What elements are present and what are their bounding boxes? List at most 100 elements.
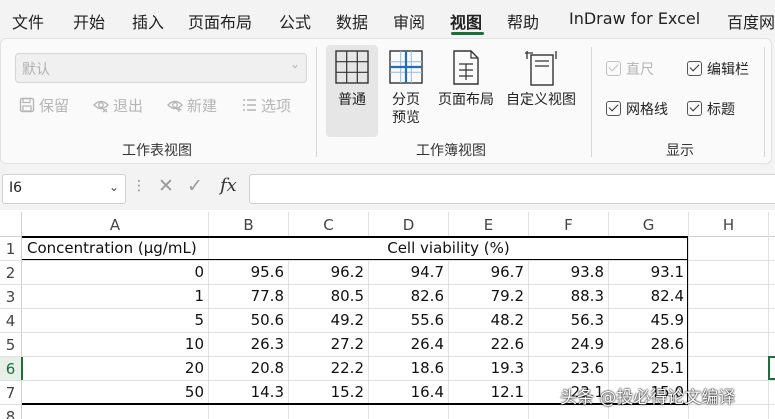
cell-b4[interactable]: 50.6 bbox=[209, 311, 284, 329]
page-break-preview-button[interactable]: 分页 预览 bbox=[384, 45, 428, 127]
cell-f2[interactable]: 93.8 bbox=[529, 263, 604, 281]
cell-f4[interactable]: 56.3 bbox=[529, 311, 604, 329]
column-header-b[interactable]: B bbox=[209, 212, 288, 236]
cell-a3[interactable]: 1 bbox=[22, 287, 204, 305]
column-header-c[interactable]: C bbox=[289, 212, 368, 236]
cell-e2[interactable]: 96.7 bbox=[449, 263, 524, 281]
cell-d6[interactable]: 18.6 bbox=[369, 359, 444, 377]
cell-b1[interactable]: Cell viability (%) bbox=[209, 239, 688, 257]
ribbon-divider bbox=[591, 47, 592, 157]
name-box[interactable]: I6 ⌄ bbox=[2, 174, 126, 204]
watermark: 头条 @投必得论文编译 bbox=[560, 388, 736, 408]
column-header-g[interactable]: G bbox=[609, 212, 688, 236]
cell-f3[interactable]: 88.3 bbox=[529, 287, 604, 305]
cell-b6[interactable]: 20.8 bbox=[209, 359, 284, 377]
cell-e4[interactable]: 48.2 bbox=[449, 311, 524, 329]
sheet-view-dropdown[interactable]: 默认 ⌄ bbox=[15, 53, 307, 83]
cell-c6[interactable]: 22.2 bbox=[289, 359, 364, 377]
row-header-8[interactable]: 8 bbox=[0, 405, 21, 419]
cell-d7[interactable]: 16.4 bbox=[369, 383, 444, 401]
cancel-icon[interactable]: ✕ bbox=[158, 175, 174, 197]
column-header-a[interactable]: A bbox=[22, 212, 208, 236]
cell-e5[interactable]: 22.6 bbox=[449, 335, 524, 353]
grid-line bbox=[0, 308, 775, 309]
tab-insert[interactable]: 插入 bbox=[132, 9, 164, 33]
normal-view-button[interactable]: 普通 bbox=[326, 45, 378, 137]
cell-g5[interactable]: 28.6 bbox=[609, 335, 684, 353]
grid-icon bbox=[335, 50, 369, 84]
cell-g6[interactable]: 25.1 bbox=[609, 359, 684, 377]
tab-indraw[interactable]: InDraw for Excel bbox=[569, 9, 700, 28]
cell-d4[interactable]: 55.6 bbox=[369, 311, 444, 329]
tab-home[interactable]: 开始 bbox=[73, 9, 105, 33]
enter-icon[interactable]: ✓ bbox=[187, 175, 203, 197]
row-header-3[interactable]: 3 bbox=[0, 285, 21, 308]
tab-page-layout[interactable]: 页面布局 bbox=[188, 9, 252, 33]
formula-input[interactable] bbox=[249, 174, 775, 204]
cell-g2[interactable]: 93.1 bbox=[609, 263, 684, 281]
options-label: 选项 bbox=[261, 97, 292, 115]
normal-label: 普通 bbox=[338, 92, 366, 108]
cell-a7[interactable]: 50 bbox=[22, 383, 204, 401]
cell-b5[interactable]: 26.3 bbox=[209, 335, 284, 353]
cell-e7[interactable]: 12.1 bbox=[449, 383, 524, 401]
formula-bar-checkbox[interactable]: 编辑栏 bbox=[687, 59, 749, 79]
tab-baidu[interactable]: 百度网 bbox=[727, 9, 775, 33]
options-button[interactable]: 选项 bbox=[241, 95, 291, 116]
cell-b7[interactable]: 14.3 bbox=[209, 383, 284, 401]
tab-help[interactable]: 帮助 bbox=[507, 9, 539, 33]
cell-c5[interactable]: 27.2 bbox=[289, 335, 364, 353]
grid-line bbox=[0, 284, 775, 285]
column-header-f[interactable]: F bbox=[529, 212, 608, 236]
cell-d5[interactable]: 26.4 bbox=[369, 335, 444, 353]
grid-line bbox=[0, 260, 775, 261]
cell-c3[interactable]: 80.5 bbox=[289, 287, 364, 305]
cell-b2[interactable]: 95.6 bbox=[209, 263, 284, 281]
cell-a6[interactable]: 20 bbox=[22, 359, 204, 377]
cell-e6[interactable]: 19.3 bbox=[449, 359, 524, 377]
row-header-2[interactable]: 2 bbox=[0, 261, 21, 284]
ribbon-panel: 默认 ⌄ 保留 退出 新建 选项 工作表视图 普通 分页 预览 页面布局 自定义… bbox=[0, 38, 772, 164]
cell-f5[interactable]: 24.9 bbox=[529, 335, 604, 353]
cell-a4[interactable]: 5 bbox=[22, 311, 204, 329]
row-header-4[interactable]: 4 bbox=[0, 309, 21, 332]
exit-button[interactable]: 退出 bbox=[93, 95, 143, 116]
cell-c7[interactable]: 15.2 bbox=[289, 383, 364, 401]
column-header-h[interactable]: H bbox=[689, 212, 768, 236]
tab-formulas[interactable]: 公式 bbox=[279, 9, 311, 33]
row-header-1[interactable]: 1 bbox=[0, 237, 21, 260]
page-layout-view-button[interactable]: 页面布局 bbox=[435, 45, 497, 109]
cell-a5[interactable]: 10 bbox=[22, 335, 204, 353]
cell-a1[interactable]: Concentration (µg/mL) bbox=[27, 239, 197, 257]
cell-e3[interactable]: 79.2 bbox=[449, 287, 524, 305]
column-header-e[interactable]: E bbox=[449, 212, 528, 236]
cell-a2[interactable]: 0 bbox=[22, 263, 204, 281]
ruler-checkbox[interactable]: 直尺 bbox=[606, 59, 654, 79]
tab-file[interactable]: 文件 bbox=[12, 9, 44, 33]
cell-c2[interactable]: 96.2 bbox=[289, 263, 364, 281]
new-view-button[interactable]: 新建 bbox=[167, 95, 217, 116]
grid-line bbox=[0, 356, 775, 357]
row-header-7[interactable]: 7 bbox=[0, 381, 21, 404]
row-header-5[interactable]: 5 bbox=[0, 333, 21, 356]
table-right-border bbox=[687, 236, 688, 405]
tab-view[interactable]: 视图 bbox=[450, 9, 482, 33]
cell-g4[interactable]: 45.9 bbox=[609, 311, 684, 329]
insert-function-icon[interactable]: fx bbox=[220, 175, 237, 196]
ribbon-divider bbox=[764, 47, 765, 157]
gridlines-checkbox[interactable]: 网格线 bbox=[606, 99, 668, 119]
cell-f6[interactable]: 23.6 bbox=[529, 359, 604, 377]
cell-g3[interactable]: 82.4 bbox=[609, 287, 684, 305]
row-header-6[interactable]: 6 bbox=[0, 357, 23, 380]
cell-c4[interactable]: 49.2 bbox=[289, 311, 364, 329]
custom-views-button[interactable]: 自定义视图 bbox=[503, 45, 579, 109]
keep-button[interactable]: 保留 bbox=[19, 95, 69, 116]
cell-d3[interactable]: 82.6 bbox=[369, 287, 444, 305]
active-cell[interactable] bbox=[768, 356, 775, 380]
cell-d2[interactable]: 94.7 bbox=[369, 263, 444, 281]
column-header-d[interactable]: D bbox=[369, 212, 448, 236]
headings-checkbox[interactable]: 标题 bbox=[687, 99, 735, 119]
cell-b3[interactable]: 77.8 bbox=[209, 287, 284, 305]
tab-review[interactable]: 审阅 bbox=[393, 9, 425, 33]
tab-data[interactable]: 数据 bbox=[336, 9, 368, 33]
